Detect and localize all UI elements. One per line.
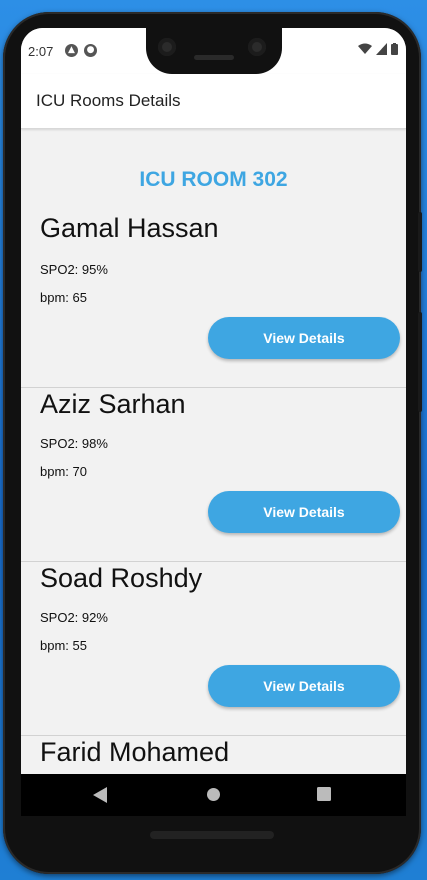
front-camera-icon [248,38,266,56]
patient-bpm: bpm: 65 [40,290,87,305]
signal-icon [376,43,387,55]
patient-bpm: bpm: 55 [40,638,87,653]
view-details-button[interactable]: View Details [208,665,400,707]
app-screen: 2:07 ▲ ● ICU Rooms Details ICU ROOM 302 … [21,28,406,816]
patient-spo2: SPO2: 95% [40,262,108,277]
room-details-list[interactable]: ICU ROOM 302 Gamal Hassan SPO2: 95% bpm:… [21,129,406,774]
app-bar: ICU Rooms Details [21,74,406,129]
patient-card: Aziz Sarhan SPO2: 98% bpm: 70 View Detai… [21,387,406,562]
react-icon: ● [84,44,97,57]
room-title: ICU ROOM 302 [139,168,288,191]
status-icons [358,43,398,55]
patient-card: Farid Mohamed [21,735,406,774]
view-details-button[interactable]: View Details [208,317,400,359]
patient-card: Gamal Hassan SPO2: 95% bpm: 65 View Deta… [21,213,406,388]
android-debug-icon: ▲ [65,44,78,57]
earpiece-speaker [194,55,234,60]
phone-chin-speaker [150,831,274,839]
view-details-button[interactable]: View Details [208,491,400,533]
patient-name: Gamal Hassan [40,213,219,243]
patient-spo2: SPO2: 92% [40,610,108,625]
status-time: 2:07 [28,44,54,59]
back-icon[interactable] [93,787,107,803]
volume-button [418,212,422,272]
patient-spo2: SPO2: 98% [40,436,108,451]
recent-apps-icon[interactable] [317,787,331,801]
patient-name: Aziz Sarhan [40,389,186,419]
patient-bpm: bpm: 70 [40,464,87,479]
power-button [418,312,422,412]
wifi-icon [358,43,372,54]
home-icon[interactable] [206,787,221,802]
patient-name: Farid Mohamed [40,737,230,767]
patient-card: Soad Roshdy SPO2: 92% bpm: 55 View Detai… [21,561,406,736]
camera-notch [146,28,282,74]
battery-icon [391,43,398,55]
front-camera-icon [158,38,176,56]
patient-name: Soad Roshdy [40,563,203,593]
page-title: ICU Rooms Details [36,91,181,110]
system-nav-bar [21,774,406,816]
